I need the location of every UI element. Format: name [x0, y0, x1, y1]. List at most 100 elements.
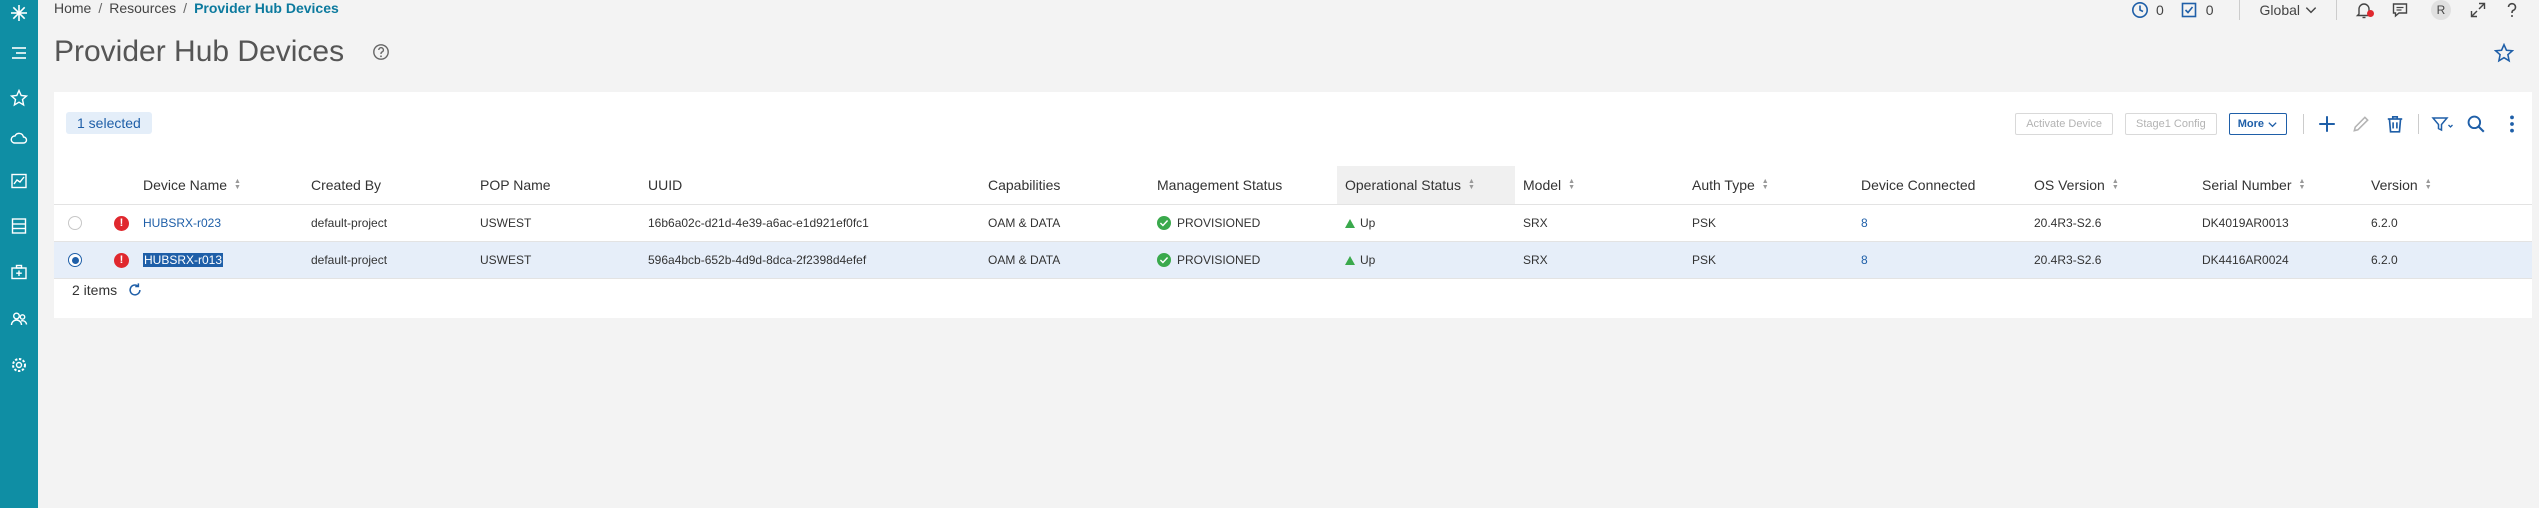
filter-icon	[2431, 117, 2453, 132]
sort-icon: ▲ ▼	[1467, 178, 1475, 191]
column-header-created-by[interactable]: Created By	[311, 166, 381, 204]
breadcrumb-resources[interactable]: Resources	[109, 0, 176, 16]
expand-button[interactable]	[2469, 1, 2487, 19]
delete-button[interactable]	[2384, 113, 2406, 135]
row-radio[interactable]	[68, 242, 82, 278]
cell-auth-type: PSK	[1692, 216, 1717, 230]
column-header-model[interactable]: Model ▲ ▼	[1523, 166, 1575, 204]
up-arrow-icon	[1345, 218, 1355, 228]
column-header-serial-number[interactable]: Serial Number ▲ ▼	[2202, 166, 2305, 204]
cell-management-status: PROVISIONED	[1157, 205, 1260, 241]
alerts-count: 0	[2155, 2, 2164, 18]
column-header-pop-name[interactable]: POP Name	[480, 166, 551, 204]
tasks-count: 0	[2205, 2, 2214, 18]
column-header-device-connected[interactable]: Device Connected	[1861, 166, 1975, 204]
filter-button[interactable]	[2431, 113, 2453, 135]
header-divider	[2336, 0, 2337, 20]
column-header-version[interactable]: Version ▲ ▼	[2371, 166, 2432, 204]
top-bar: Home / Resources / Provider Hub Devices 0 0 …	[38, 0, 2539, 22]
selection-count-badge: 1 selected	[66, 112, 152, 134]
logo-icon[interactable]	[5, 0, 33, 26]
page-help-icon[interactable]	[372, 43, 390, 61]
task-check-icon	[2181, 2, 2197, 18]
more-button[interactable]: More	[2228, 113, 2287, 135]
add-button[interactable]	[2316, 113, 2338, 135]
star-nav-icon[interactable]	[5, 85, 33, 111]
kebab-menu-button[interactable]	[2501, 113, 2523, 135]
up-arrow-icon	[1345, 255, 1355, 265]
pencil-icon	[2353, 116, 2369, 132]
devices-table-card: 1 selected Activate Device Stage1 Config…	[54, 92, 2532, 318]
notifications-button[interactable]	[2355, 1, 2374, 19]
services-icon[interactable]	[5, 259, 33, 285]
sort-icon: ▲ ▼	[2424, 178, 2432, 191]
user-avatar[interactable]: R	[2431, 0, 2451, 20]
help-button[interactable]	[2503, 1, 2521, 19]
column-header-operational-status[interactable]: Operational Status ▲ ▼	[1337, 166, 1515, 204]
check-circle-icon	[1157, 216, 1171, 230]
menu-icon[interactable]	[5, 40, 33, 66]
cell-management-status: PROVISIONED	[1157, 242, 1260, 278]
favorite-star-icon[interactable]	[2494, 43, 2514, 63]
scope-label: Global	[2259, 2, 2300, 18]
device-connected-link[interactable]: 8	[1861, 242, 1868, 278]
table-header: Device Name ▲ ▼ Created By POP Name UUID C…	[54, 166, 2532, 205]
chevron-down-icon	[2268, 121, 2277, 127]
vertical-dots-icon	[2510, 115, 2514, 133]
alerts-indicator[interactable]: 0	[2131, 1, 2164, 19]
sort-icon: ▲ ▼	[2111, 178, 2119, 191]
cell-os-version: 20.4R3-S2.6	[2034, 253, 2102, 267]
messages-button[interactable]	[2391, 1, 2409, 19]
column-header-capabilities[interactable]: Capabilities	[988, 166, 1060, 204]
breadcrumb-home[interactable]: Home	[54, 0, 91, 16]
question-mark-icon	[2507, 2, 2517, 17]
breadcrumb-current: Provider Hub Devices	[194, 0, 339, 16]
settings-gear-icon[interactable]	[5, 352, 33, 378]
cell-operational-status: Up	[1345, 205, 1375, 241]
monitor-icon[interactable]	[5, 168, 33, 194]
toolbar-divider	[2303, 114, 2304, 134]
device-name-link[interactable]: HUBSRX-r023	[143, 205, 221, 241]
table-actions: Activate Device Stage1 Config More	[2015, 112, 2532, 136]
cell-os-version: 20.4R3-S2.6	[2034, 216, 2102, 230]
stage1-config-button[interactable]: Stage1 Config	[2125, 113, 2217, 135]
row-radio[interactable]	[68, 205, 82, 241]
cell-model: SRX	[1523, 216, 1548, 230]
column-header-device-name[interactable]: Device Name ▲ ▼	[143, 166, 241, 204]
page-title: Provider Hub Devices	[54, 35, 345, 68]
breadcrumb-separator: /	[98, 0, 103, 16]
sort-icon: ▲ ▼	[1761, 178, 1769, 191]
cell-version: 6.2.0	[2371, 253, 2398, 267]
device-connected-link[interactable]: 8	[1861, 205, 1868, 241]
sort-icon: ▲ ▼	[2298, 178, 2306, 191]
column-header-management-status[interactable]: Management Status	[1157, 166, 1282, 204]
search-icon	[2467, 115, 2485, 133]
tasks-indicator[interactable]: 0	[2180, 1, 2214, 19]
device-name-link[interactable]: HUBSRX-r013	[143, 242, 224, 278]
cell-version: 6.2.0	[2371, 216, 2398, 230]
edit-button[interactable]	[2350, 113, 2372, 135]
sort-icon: ▲ ▼	[234, 178, 241, 191]
cloud-icon[interactable]	[5, 125, 33, 151]
table-row[interactable]: ! HUBSRX-r023 default-project USWEST 16b…	[54, 205, 2532, 242]
column-header-os-version[interactable]: OS Version ▲ ▼	[2034, 166, 2119, 204]
cell-model: SRX	[1523, 253, 1548, 267]
chat-icon	[2392, 3, 2408, 18]
trash-icon	[2387, 115, 2403, 133]
breadcrumb: Home / Resources / Provider Hub Devices	[54, 0, 339, 17]
table-row[interactable]: ! HUBSRX-r013 default-project USWEST 596…	[54, 242, 2532, 279]
scope-select[interactable]: Global	[2260, 2, 2318, 18]
column-header-auth-type[interactable]: Auth Type ▲ ▼	[1692, 166, 1769, 204]
sort-icon: ▲ ▼	[1568, 178, 1576, 191]
toolbar-divider	[2418, 114, 2419, 134]
cell-capabilities: OAM & DATA	[988, 216, 1061, 230]
refresh-icon[interactable]	[127, 282, 143, 298]
devices-icon[interactable]	[5, 213, 33, 239]
chevron-down-icon	[2305, 7, 2317, 14]
search-button[interactable]	[2465, 113, 2487, 135]
users-icon[interactable]	[5, 306, 33, 332]
activate-device-button[interactable]: Activate Device	[2015, 113, 2113, 135]
more-label: More	[2237, 118, 2264, 130]
column-header-uuid[interactable]: UUID	[648, 166, 682, 204]
cell-serial-number: DK4416AR0024	[2202, 253, 2289, 267]
